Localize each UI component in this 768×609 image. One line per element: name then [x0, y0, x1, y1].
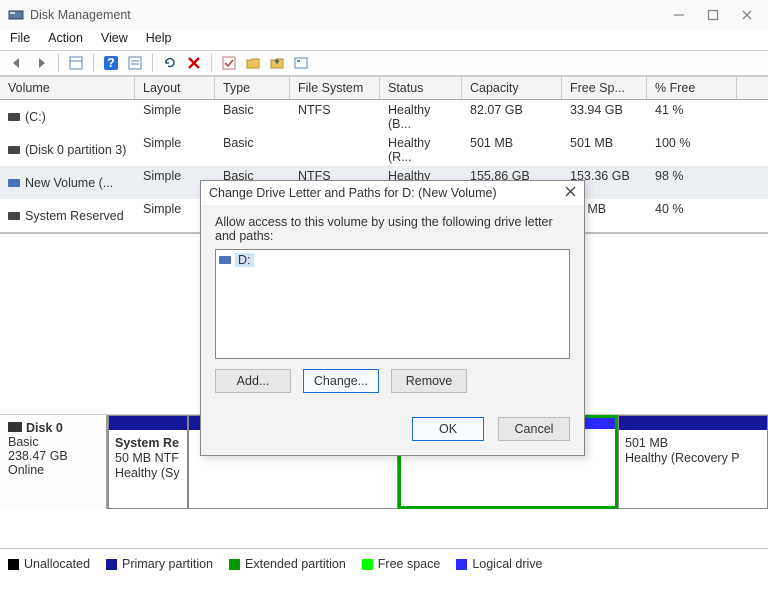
list-item[interactable]: D:: [219, 253, 566, 267]
cell: 40 %: [647, 200, 737, 231]
change-button[interactable]: Change...: [303, 369, 379, 393]
forward-icon[interactable]: [32, 54, 50, 72]
cell: 98 %: [647, 167, 737, 198]
swatch-extended: [229, 559, 240, 570]
partition-size: 50 MB NTF: [115, 451, 179, 465]
swatch-free: [362, 559, 373, 570]
table-row[interactable]: (Disk 0 partition 3) Simple Basic Health…: [0, 133, 768, 166]
view-icon[interactable]: [67, 54, 85, 72]
menu-view[interactable]: View: [101, 31, 128, 50]
legend-label: Free space: [378, 557, 441, 571]
col-capacity[interactable]: Capacity: [462, 77, 562, 99]
legend-label: Unallocated: [24, 557, 90, 571]
dialog-titlebar: Change Drive Letter and Paths for D: (Ne…: [201, 181, 584, 205]
swatch-unalloc: [8, 559, 19, 570]
drive-icon: [8, 113, 20, 121]
drive-icon: [8, 179, 20, 187]
back-icon[interactable]: [8, 54, 26, 72]
legend-label: Extended partition: [245, 557, 346, 571]
disk-info-panel[interactable]: Disk 0 Basic 238.47 GB Online: [0, 415, 108, 509]
svg-text:?: ?: [107, 56, 115, 70]
swatch-primary: [106, 559, 117, 570]
cell: Healthy (R...: [380, 134, 462, 165]
legend: Unallocated Primary partition Extended p…: [0, 548, 768, 579]
table-row[interactable]: (C:) Simple Basic NTFS Healthy (B... 82.…: [0, 100, 768, 133]
check-icon[interactable]: [220, 54, 238, 72]
properties-icon[interactable]: [292, 54, 310, 72]
remove-button[interactable]: Remove: [391, 369, 467, 393]
drive-icon: [219, 256, 231, 264]
menu-bar: File Action View Help: [0, 30, 768, 50]
cancel-button[interactable]: Cancel: [498, 417, 570, 441]
menu-action[interactable]: Action: [48, 31, 83, 50]
partition-status: Healthy (Recovery P: [625, 451, 740, 465]
cell-name: (Disk 0 partition 3): [25, 143, 126, 157]
drive-icon: [8, 212, 20, 220]
table-header: Volume Layout Type File System Status Ca…: [0, 76, 768, 100]
partition-label: System Re: [115, 436, 179, 450]
cell-name: New Volume (...: [25, 176, 113, 190]
close-button[interactable]: [740, 8, 754, 22]
partition-status: Healthy (Sy: [115, 466, 180, 480]
add-button[interactable]: Add...: [215, 369, 291, 393]
refresh-icon[interactable]: [161, 54, 179, 72]
menu-help[interactable]: Help: [146, 31, 172, 50]
dialog-message: Allow access to this volume by using the…: [215, 215, 570, 243]
col-type[interactable]: Type: [215, 77, 290, 99]
col-status[interactable]: Status: [380, 77, 462, 99]
cell: 41 %: [647, 101, 737, 132]
cell: 501 MB: [562, 134, 647, 165]
partition-recovery[interactable]: 501 MB Healthy (Recovery P: [618, 415, 768, 509]
cell: [290, 134, 380, 165]
dialog-title: Change Drive Letter and Paths for D: (Ne…: [209, 186, 565, 200]
folder-up-icon[interactable]: [268, 54, 286, 72]
cell: 82.07 GB: [462, 101, 562, 132]
cell-name: (C:): [25, 110, 46, 124]
cell: 33.94 GB: [562, 101, 647, 132]
col-layout[interactable]: Layout: [135, 77, 215, 99]
ok-button[interactable]: OK: [412, 417, 484, 441]
swatch-logical: [456, 559, 467, 570]
cell: Simple: [135, 101, 215, 132]
cell: NTFS: [290, 101, 380, 132]
menu-file[interactable]: File: [10, 31, 30, 50]
col-filesystem[interactable]: File System: [290, 77, 380, 99]
maximize-button[interactable]: [706, 8, 720, 22]
disk-type: Basic: [8, 435, 98, 449]
help-icon[interactable]: ?: [102, 54, 120, 72]
cell: Basic: [215, 134, 290, 165]
legend-label: Primary partition: [122, 557, 213, 571]
drive-letter-listbox[interactable]: D:: [215, 249, 570, 359]
cell: Simple: [135, 134, 215, 165]
col-volume[interactable]: Volume: [0, 77, 135, 99]
dialog-close-icon[interactable]: [565, 186, 576, 200]
list-icon[interactable]: [126, 54, 144, 72]
col-pfree[interactable]: % Free: [647, 77, 737, 99]
disk-icon: [8, 422, 22, 432]
minimize-button[interactable]: [672, 8, 686, 22]
cell: Basic: [215, 101, 290, 132]
partition-size: 501 MB: [625, 436, 668, 450]
disk-size: 238.47 GB: [8, 449, 98, 463]
cell-name: System Reserved: [25, 209, 124, 223]
col-free[interactable]: Free Sp...: [562, 77, 647, 99]
legend-label: Logical drive: [472, 557, 542, 571]
cell: Healthy (B...: [380, 101, 462, 132]
title-bar: Disk Management: [0, 0, 768, 30]
partition-system[interactable]: System Re 50 MB NTF Healthy (Sy: [108, 415, 188, 509]
list-item-label: D:: [235, 253, 254, 267]
drive-icon: [8, 146, 20, 154]
dialog-change-drive-letter: Change Drive Letter and Paths for D: (Ne…: [200, 180, 585, 456]
delete-icon[interactable]: [185, 54, 203, 72]
cell: 501 MB: [462, 134, 562, 165]
toolbar: ?: [0, 50, 768, 76]
cell: 100 %: [647, 134, 737, 165]
disk-state: Online: [8, 463, 98, 477]
disk-name: Disk 0: [26, 421, 63, 435]
window-title: Disk Management: [30, 8, 672, 22]
app-icon: [8, 7, 24, 23]
folder-icon[interactable]: [244, 54, 262, 72]
